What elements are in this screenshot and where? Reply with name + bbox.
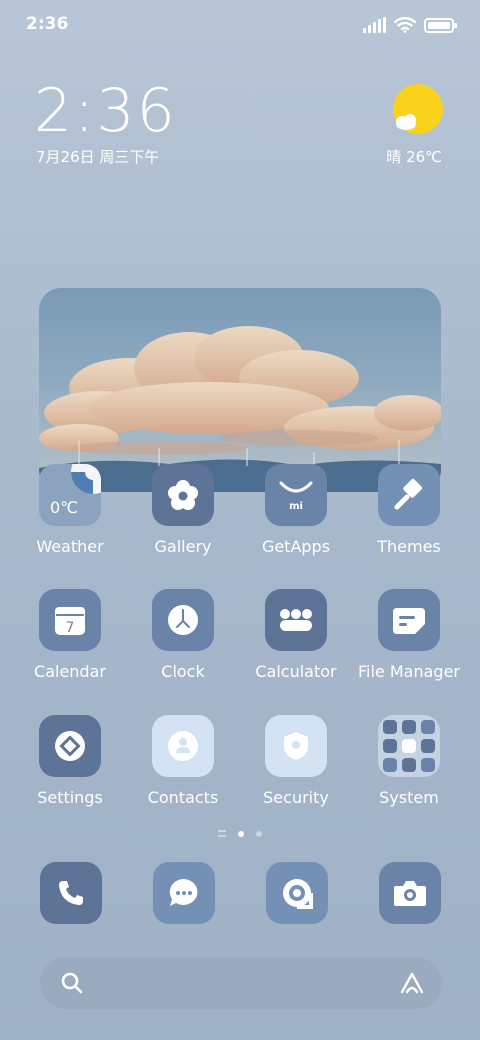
weather-corner-icon bbox=[71, 464, 101, 494]
app-label: Themes bbox=[377, 537, 441, 556]
status-icons bbox=[363, 15, 457, 35]
page-dot[interactable] bbox=[256, 830, 262, 837]
page-dot-active[interactable] bbox=[238, 830, 244, 837]
themes-icon[interactable] bbox=[378, 464, 440, 526]
battery-fill bbox=[428, 21, 450, 29]
file-manager-icon[interactable] bbox=[378, 589, 440, 651]
messages-icon[interactable] bbox=[153, 862, 215, 924]
app-label: Gallery bbox=[154, 537, 212, 556]
status-time: 2:36 bbox=[26, 14, 69, 34]
photo-widget[interactable] bbox=[39, 288, 441, 492]
clouds-landscape-image bbox=[39, 288, 441, 492]
app-calculator[interactable]: Calculator bbox=[240, 589, 352, 699]
settings-icon[interactable] bbox=[39, 715, 101, 777]
getapps-icon[interactable]: mi bbox=[265, 464, 327, 526]
calculator-icon[interactable] bbox=[265, 589, 327, 651]
wifi-icon bbox=[394, 17, 416, 33]
app-security[interactable]: Security bbox=[240, 715, 352, 825]
contacts-icon[interactable] bbox=[152, 715, 214, 777]
app-label: Contacts bbox=[147, 788, 219, 807]
app-weather[interactable]: 0℃ Weather bbox=[14, 464, 126, 574]
app-clock[interactable]: Clock bbox=[127, 589, 239, 699]
signal-icon bbox=[363, 17, 386, 33]
app-label: GetApps bbox=[261, 537, 331, 556]
app-contacts[interactable]: Contacts bbox=[127, 715, 239, 825]
app-label: File Manager bbox=[358, 662, 460, 681]
security-icon[interactable] bbox=[265, 715, 327, 777]
app-system-folder[interactable]: System bbox=[353, 715, 465, 825]
calendar-icon[interactable]: 7 bbox=[39, 589, 101, 651]
clock-icon[interactable] bbox=[152, 589, 214, 651]
app-label: System bbox=[379, 788, 439, 807]
assistant-icon[interactable] bbox=[398, 970, 426, 996]
search-icon bbox=[61, 972, 83, 994]
app-calendar[interactable]: 7 Calendar bbox=[14, 589, 126, 699]
app-gallery[interactable]: Gallery bbox=[127, 464, 239, 574]
battery-icon bbox=[424, 17, 457, 33]
phone-icon[interactable] bbox=[40, 862, 102, 924]
app-label: Clock bbox=[161, 662, 205, 681]
status-bar: 2:36 bbox=[0, 0, 480, 52]
clock-widget-date: 7月26日 周三下午 bbox=[36, 148, 160, 166]
app-label: Calendar bbox=[34, 662, 106, 681]
folder-grid bbox=[383, 720, 435, 772]
calendar-day: 7 bbox=[66, 620, 75, 636]
app-label: Settings bbox=[37, 788, 103, 807]
search-bar[interactable] bbox=[40, 957, 442, 1009]
app-file-manager[interactable]: File Manager bbox=[353, 589, 465, 699]
feed-page-icon[interactable] bbox=[218, 830, 226, 837]
page-indicator[interactable] bbox=[0, 830, 480, 837]
app-label: Calculator bbox=[255, 662, 337, 681]
getapps-badge: mi bbox=[289, 501, 303, 512]
clock-widget-time[interactable]: 2:36 bbox=[34, 76, 177, 146]
app-label: Security bbox=[263, 788, 329, 807]
app-getapps[interactable]: mi GetApps bbox=[240, 464, 352, 574]
app-settings[interactable]: Settings bbox=[14, 715, 126, 825]
widget-weather-text: 晴 26℃ bbox=[386, 148, 442, 166]
folder-icon[interactable] bbox=[378, 715, 440, 777]
browser-icon[interactable] bbox=[266, 862, 328, 924]
gallery-icon[interactable] bbox=[152, 464, 214, 526]
weather-temp: 0℃ bbox=[50, 498, 79, 517]
app-label: Weather bbox=[36, 537, 104, 556]
camera-icon[interactable] bbox=[379, 862, 441, 924]
weather-icon[interactable]: 0℃ bbox=[39, 464, 101, 526]
app-themes[interactable]: Themes bbox=[353, 464, 465, 574]
sun-cloud-icon[interactable] bbox=[392, 84, 444, 136]
